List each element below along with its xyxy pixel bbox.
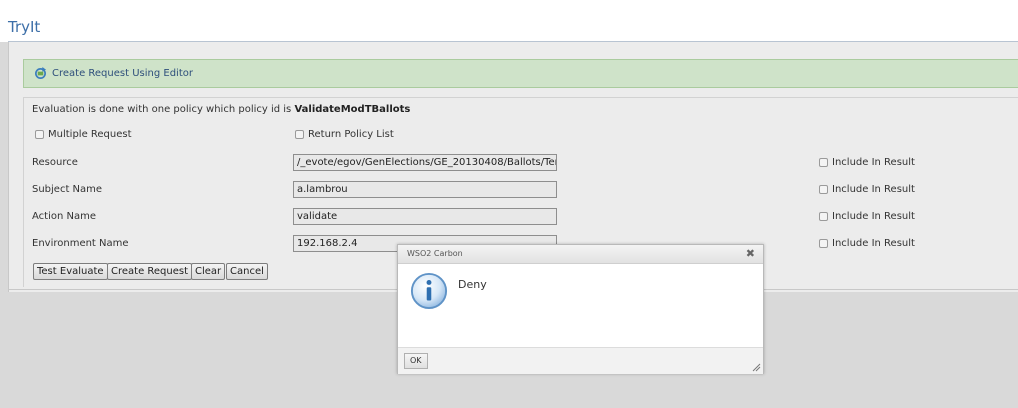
- policy-id: ValidateModTBallots: [294, 104, 411, 115]
- test-evaluate-button[interactable]: Test Evaluate: [33, 263, 108, 280]
- page-header: TryIt: [0, 0, 1018, 42]
- environment-include-label: Include In Result: [832, 238, 915, 249]
- resource-label: Resource: [32, 157, 78, 168]
- subject-include-checkbox[interactable]: [819, 185, 828, 194]
- multiple-request-label: Multiple Request: [48, 129, 132, 140]
- subject-name-input[interactable]: a.lambrou: [293, 181, 557, 198]
- info-icon: [410, 272, 448, 310]
- action-name-input[interactable]: validate: [293, 208, 557, 225]
- resource-include-label: Include In Result: [832, 157, 915, 168]
- create-request-editor-bar[interactable]: Create Request Using Editor: [23, 59, 1018, 88]
- subject-include-option[interactable]: Include In Result: [819, 184, 915, 195]
- dialog-message: Deny: [458, 278, 487, 291]
- environment-name-label: Environment Name: [32, 238, 129, 249]
- environment-include-checkbox[interactable]: [819, 239, 828, 248]
- action-include-checkbox[interactable]: [819, 212, 828, 221]
- return-policy-list-label: Return Policy List: [308, 129, 394, 140]
- resource-include-checkbox[interactable]: [819, 158, 828, 167]
- subject-include-label: Include In Result: [832, 184, 915, 195]
- message-dialog: WSO2 Carbon ✖ Deny OK: [397, 244, 764, 374]
- multiple-request-checkbox[interactable]: [35, 130, 44, 139]
- close-icon[interactable]: ✖: [746, 248, 755, 260]
- create-request-button[interactable]: Create Request: [107, 263, 193, 280]
- multiple-request-option[interactable]: Multiple Request: [35, 129, 132, 140]
- evaluation-info: Evaluation is done with one policy which…: [32, 104, 410, 115]
- cancel-button[interactable]: Cancel: [226, 263, 268, 280]
- action-include-option[interactable]: Include In Result: [819, 211, 915, 222]
- clear-button[interactable]: Clear: [191, 263, 226, 280]
- refresh-icon: [35, 67, 47, 79]
- subject-name-label: Subject Name: [32, 184, 103, 195]
- return-policy-list-option[interactable]: Return Policy List: [295, 129, 394, 140]
- resize-grip-icon[interactable]: [751, 362, 761, 372]
- action-name-label: Action Name: [32, 211, 96, 222]
- page-title: TryIt: [8, 18, 41, 36]
- dialog-footer: OK: [398, 347, 763, 374]
- resource-include-option[interactable]: Include In Result: [819, 157, 915, 168]
- create-request-editor-link[interactable]: Create Request Using Editor: [52, 68, 193, 79]
- evaluation-prefix: Evaluation is done with one policy which…: [32, 104, 292, 115]
- environment-include-option[interactable]: Include In Result: [819, 238, 915, 249]
- return-policy-list-checkbox[interactable]: [295, 130, 304, 139]
- ok-button[interactable]: OK: [404, 353, 428, 369]
- action-include-label: Include In Result: [832, 211, 915, 222]
- resource-input[interactable]: /_evote/egov/GenElections/GE_20130408/Ba…: [293, 154, 557, 171]
- dialog-title: WSO2 Carbon: [407, 249, 463, 258]
- dialog-header[interactable]: WSO2 Carbon ✖: [398, 245, 763, 264]
